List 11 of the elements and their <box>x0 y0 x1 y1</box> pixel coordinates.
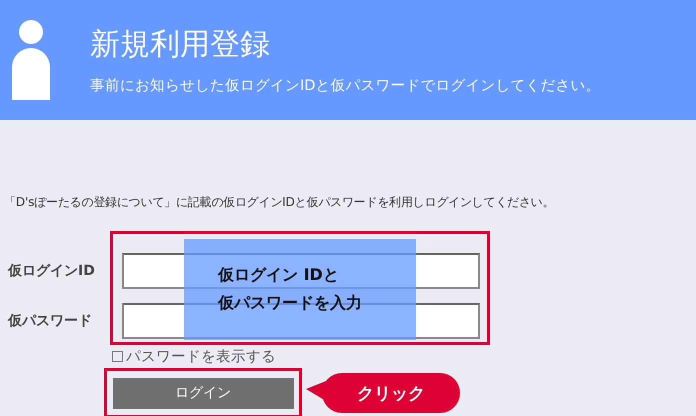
login-button[interactable]: ログイン <box>112 378 294 408</box>
instruction-text: 「D'sぽーたるの登録について」に記載の仮ログインIDと仮パスワードを利用しログインしてください。 <box>4 194 556 211</box>
instruction-tooltip: 仮ログイン IDと 仮パスワードを入力 <box>184 239 416 340</box>
field-label: 仮ログインID <box>6 262 96 280</box>
page-subtitle: 事前にお知らせした仮ログインIDと仮パスワードでログインしてください。 <box>90 76 600 94</box>
show-password-checkbox[interactable]: パスワードを表示する <box>112 347 696 366</box>
field-label: 仮パスワード <box>6 312 93 330</box>
checkbox-label: パスワードを表示する <box>126 348 276 366</box>
page-title: 新規利用登録 <box>90 30 271 60</box>
person-icon <box>12 20 50 100</box>
checkbox-icon[interactable] <box>112 351 123 362</box>
